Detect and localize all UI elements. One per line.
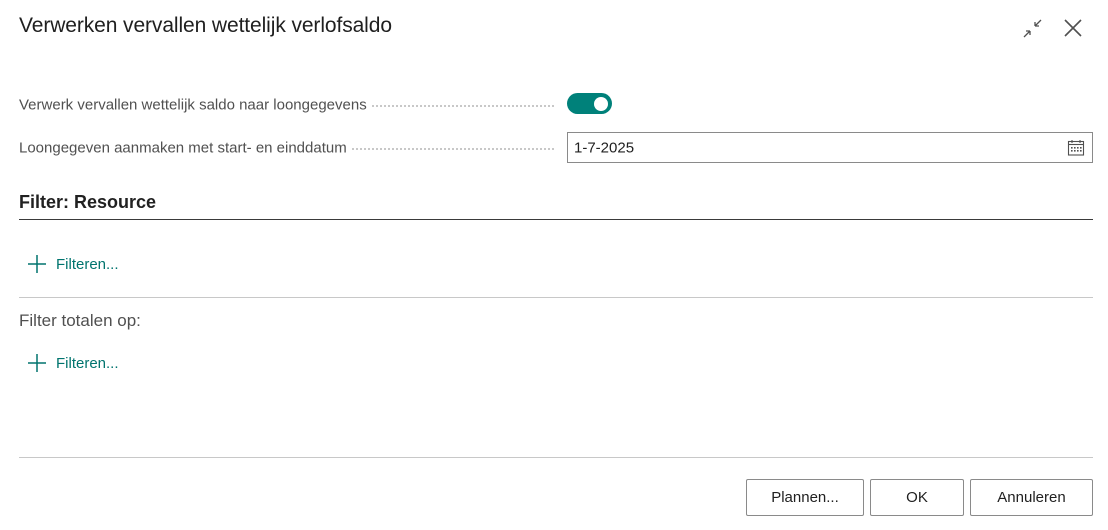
add-resource-filter-button[interactable]: Filteren...: [27, 253, 119, 275]
dialog-title: Verwerken vervallen wettelijk verlofsald…: [19, 14, 392, 37]
plus-icon: [27, 353, 47, 373]
field-process-expired: Verwerk vervallen wettelijk saldo naar l…: [19, 88, 1093, 122]
dialog: Verwerken vervallen wettelijk verlofsald…: [0, 0, 1108, 530]
payroll-date-input[interactable]: 1-7-2025: [567, 132, 1093, 163]
toggle-knob: [594, 96, 608, 111]
section-divider: [19, 219, 1093, 220]
ok-button[interactable]: OK: [870, 479, 964, 516]
field-label: Loongegeven aanmaken met start- en eindd…: [19, 139, 351, 157]
filter-totals-title: Filter totalen op:: [19, 311, 141, 330]
cancel-button[interactable]: Annuleren: [970, 479, 1093, 516]
filter-resource-title: Filter: Resource: [19, 192, 157, 212]
plus-icon: [27, 254, 47, 274]
plan-button[interactable]: Plannen...: [746, 479, 864, 516]
date-value[interactable]: 1-7-2025: [574, 139, 634, 156]
add-filter-label[interactable]: Filteren...: [56, 355, 119, 372]
close-icon[interactable]: [1061, 16, 1085, 40]
add-totals-filter-button[interactable]: Filteren...: [27, 352, 119, 374]
add-filter-label[interactable]: Filteren...: [56, 256, 119, 273]
footer-divider: [19, 457, 1093, 458]
calendar-icon[interactable]: [1067, 139, 1085, 157]
process-expired-toggle[interactable]: [567, 93, 612, 114]
field-label: Verwerk vervallen wettelijk saldo naar l…: [19, 96, 371, 114]
field-payroll-date: Loongegeven aanmaken met start- en eindd…: [19, 131, 1093, 165]
divider: [19, 297, 1093, 298]
collapse-icon[interactable]: [1021, 17, 1045, 41]
